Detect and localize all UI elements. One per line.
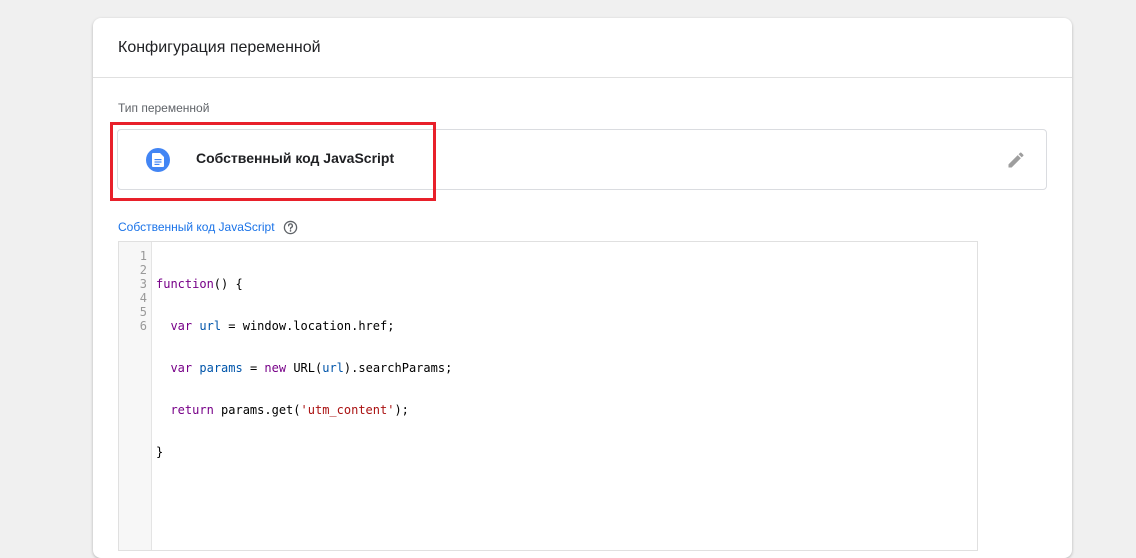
code-editor[interactable]: 1 2 3 4 5 6 function() { var url = windo… (118, 241, 978, 551)
line-number-gutter: 1 2 3 4 5 6 (119, 242, 152, 550)
line-number: 5 (139, 305, 147, 319)
code-content[interactable]: function() { var url = window.location.h… (152, 242, 452, 550)
variable-type-name: Собственный код JavaScript (196, 150, 395, 166)
pencil-icon[interactable] (1004, 148, 1028, 172)
code-line: return params.get('utm_content'); (170, 403, 409, 417)
code-line: } (156, 445, 164, 459)
code-line: function() { (156, 277, 243, 291)
document-icon (146, 148, 170, 172)
custom-js-label: Собственный код JavaScript (118, 220, 275, 234)
line-number: 3 (139, 277, 147, 291)
card-title: Конфигурация переменной (118, 38, 321, 56)
variable-config-card: Конфигурация переменной Тип переменной С… (93, 18, 1072, 558)
line-number: 1 (139, 249, 147, 263)
line-number: 6 (139, 319, 147, 333)
variable-type-selector[interactable]: Собственный код JavaScript (117, 129, 1047, 190)
code-line: var params = new URL(url).searchParams; (170, 361, 453, 375)
variable-type-label: Тип переменной (118, 101, 210, 115)
line-number: 4 (139, 291, 147, 305)
code-line: var url = window.location.href; (170, 319, 395, 333)
line-number: 2 (139, 263, 147, 277)
help-circle-icon[interactable] (283, 219, 299, 235)
code-label-row: Собственный код JavaScript (118, 219, 299, 235)
card-header: Конфигурация переменной (93, 18, 1072, 78)
